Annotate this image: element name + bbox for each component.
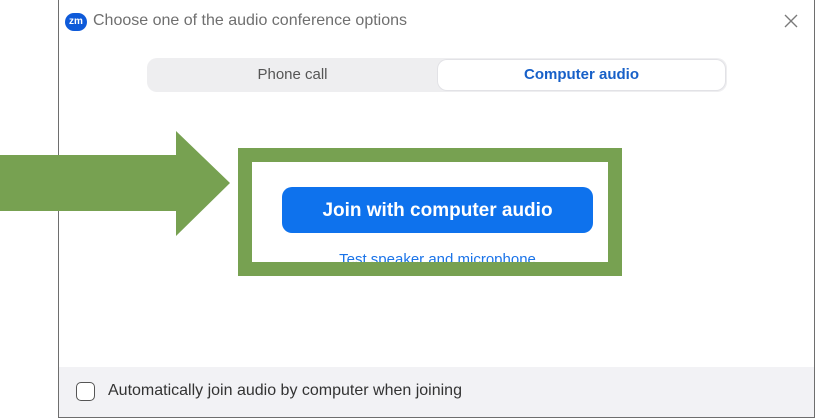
title-bar: zm Choose one of the audio conference op… [59, 0, 814, 44]
audio-mode-tabs: Phone call Computer audio [147, 58, 727, 92]
close-icon [784, 14, 798, 28]
tab-phone-call[interactable]: Phone call [149, 60, 436, 90]
auto-join-audio-checkbox[interactable] [76, 382, 95, 401]
tab-computer-audio[interactable]: Computer audio [438, 60, 725, 90]
dialog-title: Choose one of the audio conference optio… [93, 12, 408, 29]
audio-options-dialog: zm Choose one of the audio conference op… [58, 0, 815, 418]
test-speaker-microphone-link[interactable]: Test speaker and microphone [282, 251, 593, 268]
zoom-logo-icon: zm [65, 13, 87, 31]
close-button[interactable] [782, 12, 800, 30]
join-computer-audio-button[interactable]: Join with computer audio [282, 187, 593, 233]
dialog-footer: Automatically join audio by computer whe… [59, 367, 814, 417]
auto-join-audio-label: Automatically join audio by computer whe… [108, 382, 462, 399]
